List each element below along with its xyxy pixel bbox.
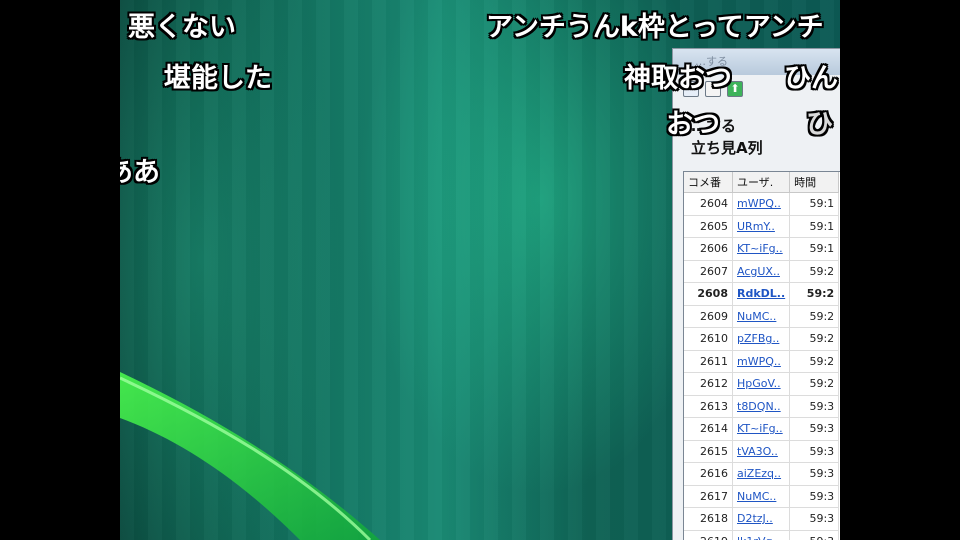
scrolling-comment: アンチうんk枠とってアンチ bbox=[486, 12, 824, 43]
scrolling-comment: おつ bbox=[666, 109, 720, 140]
scrolling-comment: 神取おつ bbox=[624, 63, 732, 94]
scrolling-comment: 堪能した bbox=[164, 63, 272, 94]
scrolling-comment: ああ bbox=[120, 157, 160, 188]
comment-overlay: 悪くない 堪能した ああ アンチうんk枠とってアンチ 神取おつ ひん おつ ひ bbox=[120, 0, 840, 540]
scrolling-comment: ひ bbox=[806, 109, 833, 140]
scrolling-comment: ひん bbox=[784, 63, 838, 94]
scrolling-comment: 悪くない bbox=[128, 12, 236, 43]
